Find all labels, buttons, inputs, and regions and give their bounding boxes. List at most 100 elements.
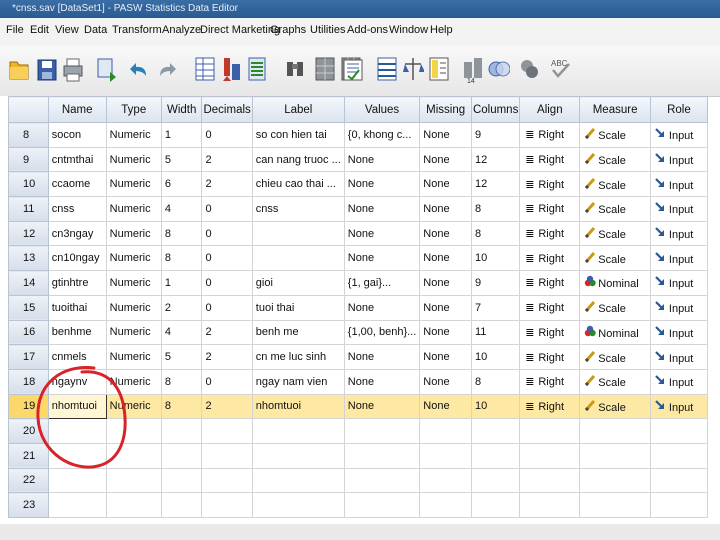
cell-columns[interactable]: 12 — [470, 171, 521, 198]
row-number[interactable]: 22 — [8, 467, 49, 494]
col-header-values[interactable]: Values — [343, 96, 421, 123]
cell-decimals[interactable]: 2 — [201, 344, 253, 370]
cell-missing[interactable]: None — [419, 294, 472, 321]
cell-name[interactable] — [47, 442, 107, 469]
cell-align[interactable]: ≣ Right — [519, 270, 581, 296]
cell-decimals[interactable] — [201, 492, 253, 518]
cell-values[interactable] — [343, 492, 421, 518]
menu-window[interactable]: Window — [389, 24, 428, 36]
cell-width[interactable]: 5 — [160, 344, 203, 370]
cell-align[interactable]: ≣ Right — [519, 171, 581, 198]
cell-name[interactable] — [47, 492, 107, 518]
cell-width[interactable]: 1 — [160, 122, 203, 148]
cell-name[interactable]: cn3ngay — [47, 220, 107, 247]
save-icon[interactable] — [36, 54, 58, 84]
cell-decimals[interactable]: 2 — [201, 393, 253, 420]
col-header-role[interactable]: Role — [649, 96, 708, 123]
cell-name[interactable]: socon — [47, 122, 107, 148]
cell-columns[interactable] — [470, 418, 521, 444]
cell-role[interactable]: Input — [649, 196, 708, 222]
cell-measure[interactable]: Nominal — [579, 270, 651, 296]
cell-measure[interactable]: Scale — [579, 245, 651, 272]
cell-type[interactable]: Numeric — [105, 146, 162, 173]
cell-role[interactable] — [649, 442, 708, 469]
cell-name[interactable]: ccaome — [47, 171, 107, 198]
cell-decimals[interactable]: 0 — [201, 368, 253, 395]
cell-role[interactable]: Input — [649, 122, 708, 148]
cell-type[interactable] — [105, 442, 162, 469]
cell-values[interactable]: None — [343, 368, 421, 395]
col-header-measure[interactable]: Measure — [579, 96, 651, 123]
cell-type[interactable] — [105, 467, 162, 494]
cell-label[interactable]: benh me — [251, 319, 345, 346]
print-icon[interactable] — [62, 54, 84, 84]
cell-missing[interactable] — [419, 492, 472, 518]
cell-measure[interactable]: Nominal — [579, 319, 651, 346]
menu-direct-marketing[interactable]: Direct Marketing — [200, 24, 280, 36]
cell-type[interactable] — [105, 418, 162, 444]
cell-name[interactable]: nhomtuoi — [47, 393, 107, 420]
cell-values[interactable]: None — [343, 344, 421, 370]
cell-role[interactable]: Input — [649, 146, 708, 173]
cell-missing[interactable]: None — [419, 196, 472, 222]
menu-data[interactable]: Data — [84, 24, 107, 36]
cell-label[interactable]: gioi — [251, 270, 345, 296]
cell-align[interactable]: ≣ Right — [519, 220, 581, 247]
menu-edit[interactable]: Edit — [30, 24, 49, 36]
cell-values[interactable] — [343, 418, 421, 444]
cell-decimals[interactable]: 0 — [201, 220, 253, 247]
row-number[interactable]: 11 — [8, 196, 49, 222]
cell-columns[interactable] — [470, 492, 521, 518]
cell-align[interactable]: ≣ Right — [519, 319, 581, 346]
cell-decimals[interactable]: 2 — [201, 171, 253, 198]
cell-missing[interactable] — [419, 467, 472, 494]
cell-label[interactable] — [251, 418, 345, 444]
row-number[interactable]: 8 — [8, 122, 49, 148]
cell-values[interactable]: {0, khong c... — [343, 122, 421, 148]
cell-missing[interactable]: None — [419, 245, 472, 272]
cell-columns[interactable] — [470, 442, 521, 469]
menu-add-ons[interactable]: Add-ons — [347, 24, 388, 36]
cell-values[interactable] — [343, 467, 421, 494]
variables-icon[interactable] — [246, 54, 268, 84]
cell-measure[interactable]: Scale — [579, 220, 651, 247]
cell-label[interactable] — [251, 245, 345, 272]
cell-label[interactable]: ngay nam vien — [251, 368, 345, 395]
cell-columns[interactable]: 11 — [470, 319, 521, 346]
goto-variable-icon[interactable] — [220, 54, 242, 84]
cell-missing[interactable]: None — [419, 146, 472, 173]
cell-values[interactable]: None — [343, 393, 421, 420]
cell-type[interactable]: Numeric — [105, 319, 162, 346]
cell-columns[interactable]: 8 — [470, 196, 521, 222]
cell-name[interactable]: cnss — [47, 196, 107, 222]
insert-cases-icon[interactable] — [314, 54, 336, 84]
cell-role[interactable]: Input — [649, 319, 708, 346]
cell-decimals[interactable]: 0 — [201, 294, 253, 321]
cell-values[interactable]: None — [343, 196, 421, 222]
cell-columns[interactable]: 7 — [470, 294, 521, 321]
cell-label[interactable] — [251, 467, 345, 494]
cell-name[interactable]: cn10ngay — [47, 245, 107, 272]
select-cases-icon[interactable] — [402, 54, 425, 84]
cell-type[interactable]: Numeric — [105, 122, 162, 148]
cell-align[interactable]: ≣ Right — [519, 245, 581, 272]
cell-type[interactable]: Numeric — [105, 294, 162, 321]
cell-measure[interactable]: Scale — [579, 294, 651, 321]
cell-align[interactable] — [519, 492, 581, 518]
cell-width[interactable]: 2 — [160, 294, 203, 321]
cell-values[interactable]: {1,00, benh}... — [343, 319, 421, 346]
row-number[interactable]: 23 — [8, 492, 49, 518]
menu-analyze[interactable]: Analyze — [162, 24, 201, 36]
cell-missing[interactable] — [419, 418, 472, 444]
undo-icon[interactable] — [128, 54, 150, 84]
cell-columns[interactable]: 8 — [470, 220, 521, 247]
cell-decimals[interactable] — [201, 442, 253, 469]
cell-label[interactable]: nhomtuoi — [251, 393, 345, 420]
col-header-width[interactable]: Width — [160, 96, 203, 123]
cell-measure[interactable]: Scale — [579, 344, 651, 370]
cell-width[interactable]: 4 — [160, 196, 203, 222]
cell-decimals[interactable]: 0 — [201, 245, 253, 272]
col-header-label[interactable]: Label — [251, 96, 345, 123]
row-number[interactable]: 15 — [8, 294, 49, 321]
cell-width[interactable]: 8 — [160, 220, 203, 247]
